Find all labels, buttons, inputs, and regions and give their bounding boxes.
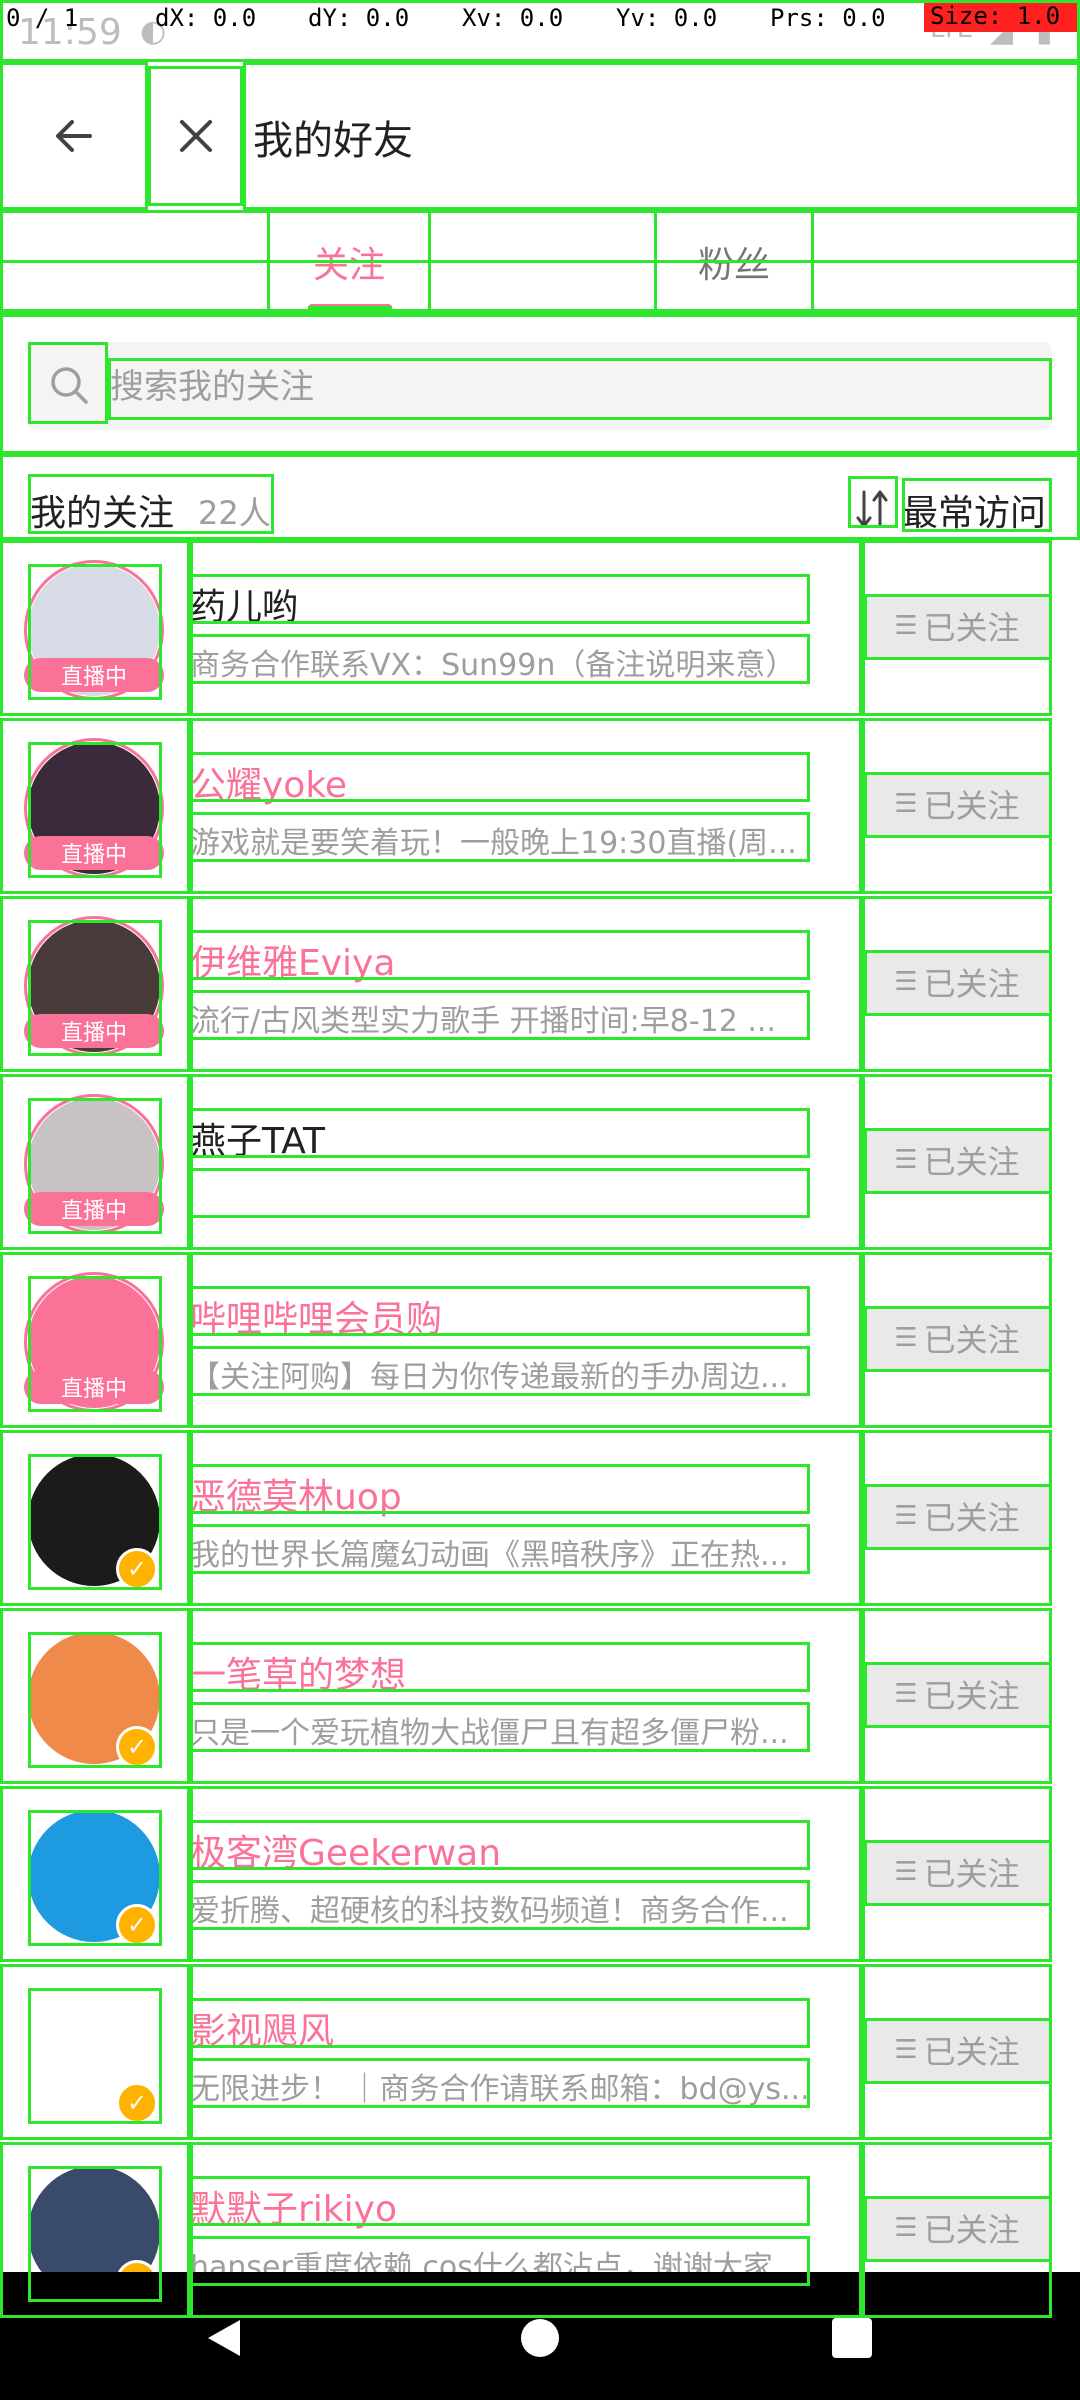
list-item[interactable]: 直播中 哔哩哔哩会员购【关注阿购】每日为你传递最新的手办周边... ☰ 已关注 — [0, 1252, 1080, 1430]
user-name: 药儿哟 — [190, 587, 299, 628]
live-badge: 直播中 — [24, 836, 164, 870]
list-item[interactable]: ✓ 影视飓风无限进步！ ｜商务合作请联系邮箱：bd@ys... ☰ 已关注 — [0, 1964, 1080, 2142]
menu-icon: ☰ — [894, 2213, 918, 2243]
user-signature: 无限进步！ ｜商务合作请联系邮箱：bd@ys... — [190, 2072, 810, 2107]
follow-count: 22人 — [198, 494, 271, 532]
arrow-left-icon — [56, 120, 92, 152]
followed-label: 已关注 — [923, 1499, 1020, 1537]
search-icon — [51, 367, 88, 404]
followed-button[interactable]: ☰ 已关注 — [864, 2018, 1050, 2082]
followed-label: 已关注 — [923, 1677, 1020, 1715]
live-badge: 直播中 — [24, 1014, 164, 1048]
menu-icon: ☰ — [894, 967, 918, 997]
verified-icon: ✓ — [116, 2082, 158, 2124]
followed-button[interactable]: ☰ 已关注 — [864, 1128, 1050, 1192]
menu-icon: ☰ — [894, 1501, 918, 1531]
user-signature: 流行/古风类型实力歌手 开播时间:早8-12 ... — [190, 1004, 776, 1039]
live-badge: 直播中 — [24, 1192, 164, 1226]
section-title: 我的关注 — [30, 493, 175, 534]
list-item[interactable]: 直播中 药儿哟商务合作联系VX：Sun99n（备注说明来意） ☰ 已关注 — [0, 540, 1080, 718]
tab-following[interactable]: 关注 — [267, 210, 431, 314]
followed-button[interactable]: ☰ 已关注 — [864, 594, 1050, 658]
user-signature: 商务合作联系VX：Sun99n（备注说明来意） — [190, 648, 796, 683]
debug-pointer: 0 / 1 — [6, 4, 79, 32]
menu-icon: ☰ — [894, 1323, 918, 1353]
tab-fans[interactable]: 粉丝 — [654, 210, 814, 314]
user-name: 哔哩哔哩会员购 — [190, 1299, 443, 1340]
page-title: 我的好友 — [253, 118, 413, 164]
list-item[interactable]: 直播中 燕子TAT ☰ 已关注 — [0, 1074, 1080, 1252]
list-item[interactable]: ✓ 恶德莫林uop 我的世界长篇魔幻动画《黑暗秩序》正在热... ☰ 已关注 — [0, 1430, 1080, 1608]
user-signature: 我的世界长篇魔幻动画《黑暗秩序》正在热... — [190, 1538, 789, 1573]
followed-label: 已关注 — [923, 2033, 1020, 2071]
nav-recents-icon[interactable] — [830, 2316, 874, 2360]
user-name: 恶德莫林uop — [190, 1477, 402, 1518]
followed-label: 已关注 — [923, 965, 1020, 1003]
nav-home-icon[interactable] — [516, 2314, 564, 2362]
followed-button[interactable]: ☰ 已关注 — [864, 1306, 1050, 1370]
tab-bar: 关注 粉丝 — [0, 210, 1080, 314]
followed-button[interactable]: ☰ 已关注 — [864, 950, 1050, 1014]
status-bar: 11:59 ◐ LTE ◢ ▮ 0 / 1 dX: 0.0 dY: 0.0 Xv… — [0, 0, 1080, 62]
system-nav-bar — [0, 2272, 1080, 2400]
menu-icon: ☰ — [894, 2035, 918, 2065]
list-item[interactable]: ✓ 一笔草的梦想只是一个爱玩植物大战僵尸且有超多僵尸粉... ☰ 已关注 — [0, 1608, 1080, 1786]
user-signature: 【关注阿购】每日为你传递最新的手办周边... — [190, 1360, 789, 1395]
live-badge: 直播中 — [24, 658, 164, 692]
followed-button[interactable]: ☰ 已关注 — [864, 1484, 1050, 1548]
debug-yv: Yv: 0.0 — [616, 4, 718, 32]
user-name: 燕子TAT — [190, 1121, 326, 1162]
sort-icon[interactable] — [854, 486, 890, 532]
debug-dy: dY: 0.0 — [308, 4, 410, 32]
list-item[interactable]: ✓ 极客湾Geekerwan 爱折腾、超硬核的科技数码频道！商务合作... ☰ 已关注 — [0, 1786, 1080, 1964]
menu-icon: ☰ — [894, 1857, 918, 1887]
search-input[interactable] — [110, 362, 1050, 412]
close-button[interactable] — [148, 62, 243, 210]
debug-dx: dX: 0.0 — [155, 4, 257, 32]
followed-button[interactable]: ☰ 已关注 — [864, 772, 1050, 836]
followed-label: 已关注 — [923, 1855, 1020, 1893]
user-name: 默默子rikiyo — [190, 2189, 397, 2230]
live-badge: 直播中 — [24, 1370, 164, 1404]
list-item[interactable]: 直播中 伊维雅Eviya 流行/古风类型实力歌手 开播时间:早8-12 ... ☰ 已关… — [0, 896, 1080, 1074]
followed-button[interactable]: ☰ 已关注 — [864, 1662, 1050, 1726]
user-name: 极客湾Geekerwan — [190, 1833, 502, 1874]
close-icon — [179, 120, 212, 152]
verified-icon: ✓ — [116, 1726, 158, 1768]
debug-size: Size: 1.0 — [924, 2, 1080, 32]
followed-label: 已关注 — [923, 787, 1020, 825]
back-button[interactable] — [0, 62, 148, 210]
user-signature: 只是一个爱玩植物大战僵尸且有超多僵尸粉... — [190, 1716, 789, 1751]
followed-label: 已关注 — [923, 2211, 1020, 2249]
menu-icon: ☰ — [894, 1145, 918, 1175]
user-name: 公耀yoke — [190, 765, 348, 806]
verified-icon: ✓ — [116, 1548, 158, 1590]
followed-label: 已关注 — [923, 1143, 1020, 1181]
followed-label: 已关注 — [923, 1321, 1020, 1359]
menu-icon: ☰ — [894, 789, 918, 819]
menu-icon: ☰ — [894, 1679, 918, 1709]
user-name: 一笔草的梦想 — [190, 1655, 407, 1696]
followed-label: 已关注 — [923, 609, 1020, 647]
followed-button[interactable]: ☰ 已关注 — [864, 1840, 1050, 1904]
user-signature: 爱折腾、超硬核的科技数码频道！商务合作... — [190, 1894, 789, 1929]
sort-label[interactable]: 最常访问 — [902, 484, 1046, 536]
user-name: 伊维雅Eviya — [190, 943, 396, 984]
debug-xv: Xv: 0.0 — [462, 4, 564, 32]
tab-indicator — [308, 304, 392, 312]
nav-back-icon[interactable] — [200, 2314, 248, 2362]
menu-icon: ☰ — [894, 611, 918, 641]
verified-icon: ✓ — [116, 1904, 158, 1946]
list-item[interactable]: 直播中 公耀yoke 游戏就是要笑着玩！一般晚上19:30直播(周... ☰ 已关注 — [0, 718, 1080, 896]
debug-prs: Prs: 0.0 — [770, 4, 886, 32]
followed-button[interactable]: ☰ 已关注 — [864, 2196, 1050, 2260]
user-signature: 游戏就是要笑着玩！一般晚上19:30直播(周... — [190, 826, 797, 861]
user-name: 影视飓风 — [190, 2011, 335, 2052]
